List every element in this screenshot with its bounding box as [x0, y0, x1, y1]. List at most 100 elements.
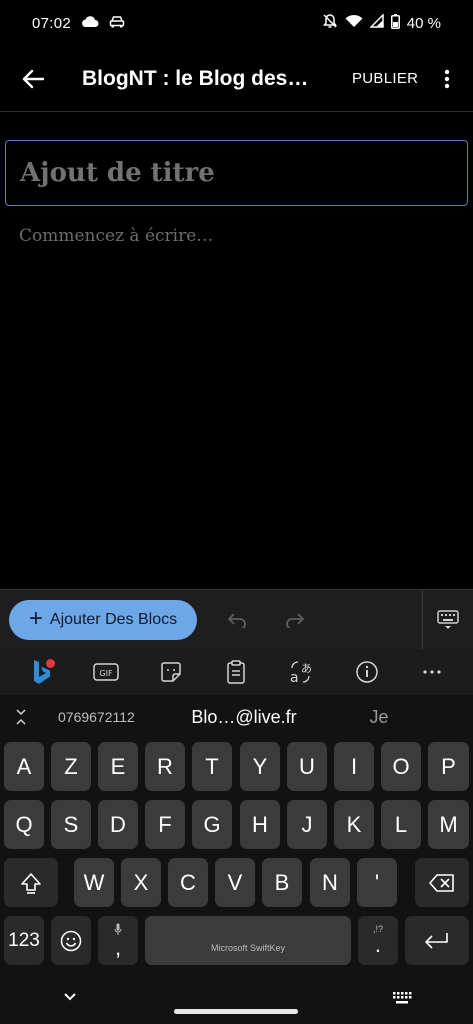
more-vertical-icon	[444, 69, 450, 88]
plus-icon: +	[28, 604, 43, 632]
gif-button[interactable]: GIF	[88, 654, 124, 690]
collapse-icon	[16, 709, 26, 725]
emoji-icon	[60, 930, 82, 951]
redo-icon	[286, 612, 305, 628]
app-bar: BlogNT : le Blog des… PUBLIER	[0, 46, 473, 112]
period-label: .	[374, 932, 382, 957]
key-n[interactable]: N	[310, 858, 350, 907]
status-time: 07:02	[32, 14, 72, 32]
navigation-bar	[0, 980, 473, 1024]
suggestion-email[interactable]: Blo…@live.fr	[164, 707, 324, 728]
key-c[interactable]: C	[168, 858, 208, 907]
key-y[interactable]: Y	[240, 742, 280, 791]
undo-button[interactable]	[219, 612, 255, 628]
arrow-left-icon	[22, 69, 44, 88]
space-label: Microsoft SwiftKey	[210, 942, 286, 953]
key-o[interactable]: O	[381, 742, 421, 791]
keyboard-switch-button[interactable]	[391, 991, 413, 1010]
key-r[interactable]: R	[145, 742, 185, 791]
key-u[interactable]: U	[287, 742, 327, 791]
key-k[interactable]: K	[334, 800, 374, 849]
key-l[interactable]: L	[381, 800, 421, 849]
translate-icon: aあ	[290, 661, 312, 684]
hide-keyboard-button[interactable]	[422, 589, 473, 650]
publish-button[interactable]: PUBLIER	[352, 70, 418, 87]
clipboard-icon	[227, 660, 246, 684]
keyboard: GIF aあ 0769672112 Blo…@live.fr Je A Z E …	[0, 649, 473, 1024]
clipboard-button[interactable]	[218, 654, 254, 690]
keyboard-icon	[393, 992, 412, 1004]
enter-icon	[425, 932, 448, 949]
key-f[interactable]: F	[145, 800, 185, 849]
info-icon	[356, 661, 378, 683]
key-row-2: Q S D F G H J K L M	[0, 800, 473, 852]
collapse-suggestions-button[interactable]	[0, 709, 42, 725]
period-key[interactable]: ,!? .	[358, 916, 398, 965]
backspace-key[interactable]	[415, 858, 469, 907]
redo-button[interactable]	[277, 612, 313, 628]
key-row-1: A Z E R T Y U I O P	[0, 742, 473, 794]
svg-text:GIF: GIF	[99, 669, 113, 678]
keyboard-hide-icon	[437, 609, 459, 629]
wifi-icon	[345, 14, 363, 32]
comma-key[interactable]: ,	[98, 916, 138, 965]
period-key-stack: ,!? .	[373, 925, 383, 956]
add-blocks-button[interactable]: + Ajouter Des Blocs	[9, 599, 197, 640]
backspace-icon	[429, 873, 454, 892]
key-m[interactable]: M	[428, 800, 469, 849]
microphone-icon	[114, 923, 122, 935]
sticker-icon	[161, 662, 181, 682]
key-v[interactable]: V	[215, 858, 255, 907]
key-e[interactable]: E	[98, 742, 138, 791]
key-t[interactable]: T	[192, 742, 232, 791]
keyboard-toolbar: GIF aあ	[0, 649, 473, 695]
post-title-input[interactable]: Ajout de titre	[5, 140, 468, 206]
key-h[interactable]: H	[240, 800, 280, 849]
key-z[interactable]: Z	[51, 742, 91, 791]
gif-icon: GIF	[93, 663, 119, 681]
bing-button[interactable]	[23, 654, 59, 690]
key-b[interactable]: B	[262, 858, 302, 907]
key-p[interactable]: P	[428, 742, 469, 791]
enter-key[interactable]	[405, 916, 469, 965]
more-options-button[interactable]	[421, 46, 473, 112]
info-button[interactable]	[349, 654, 385, 690]
more-tools-button[interactable]	[414, 654, 450, 690]
suggestion-word[interactable]: Je	[324, 707, 434, 728]
post-body-input[interactable]: Commencez à écrire…	[19, 226, 213, 246]
suggestion-bar: 0769672112 Blo…@live.fr Je	[0, 695, 473, 739]
key-s[interactable]: S	[51, 800, 91, 849]
key-i[interactable]: I	[334, 742, 374, 791]
key-a[interactable]: A	[4, 742, 44, 791]
emoji-key[interactable]	[51, 916, 91, 965]
nav-back-button[interactable]	[60, 990, 80, 1009]
page-title: BlogNT : le Blog des…	[82, 66, 309, 90]
translate-button[interactable]: aあ	[284, 654, 320, 690]
suggestion-phone[interactable]: 0769672112	[42, 709, 152, 725]
sticker-button[interactable]	[153, 654, 189, 690]
battery-icon	[390, 13, 400, 33]
key-d[interactable]: D	[98, 800, 138, 849]
svg-text:あ: あ	[301, 662, 312, 675]
editor-toolbar: + Ajouter Des Blocs	[0, 589, 473, 650]
svg-text:a: a	[290, 670, 299, 684]
key-g[interactable]: G	[192, 800, 232, 849]
key-w[interactable]: W	[74, 858, 114, 907]
key-apostrophe[interactable]: '	[357, 858, 397, 907]
space-key[interactable]: Microsoft SwiftKey	[145, 916, 351, 965]
numbers-key[interactable]: 123	[4, 916, 44, 965]
add-blocks-label: Ajouter Des Blocs	[49, 610, 178, 628]
key-j[interactable]: J	[287, 800, 327, 849]
more-icon	[423, 670, 441, 674]
key-x[interactable]: X	[121, 858, 161, 907]
car-icon	[109, 15, 125, 32]
key-q[interactable]: Q	[4, 800, 44, 849]
shift-key[interactable]	[4, 858, 58, 907]
undo-icon	[227, 612, 246, 628]
key-row-3: W X C V B N '	[0, 858, 473, 910]
cloud-icon	[81, 15, 99, 32]
battery-level: 40 %	[406, 14, 441, 32]
home-pill[interactable]	[174, 1009, 298, 1014]
signal-icon	[368, 13, 384, 32]
back-button[interactable]	[0, 46, 66, 112]
